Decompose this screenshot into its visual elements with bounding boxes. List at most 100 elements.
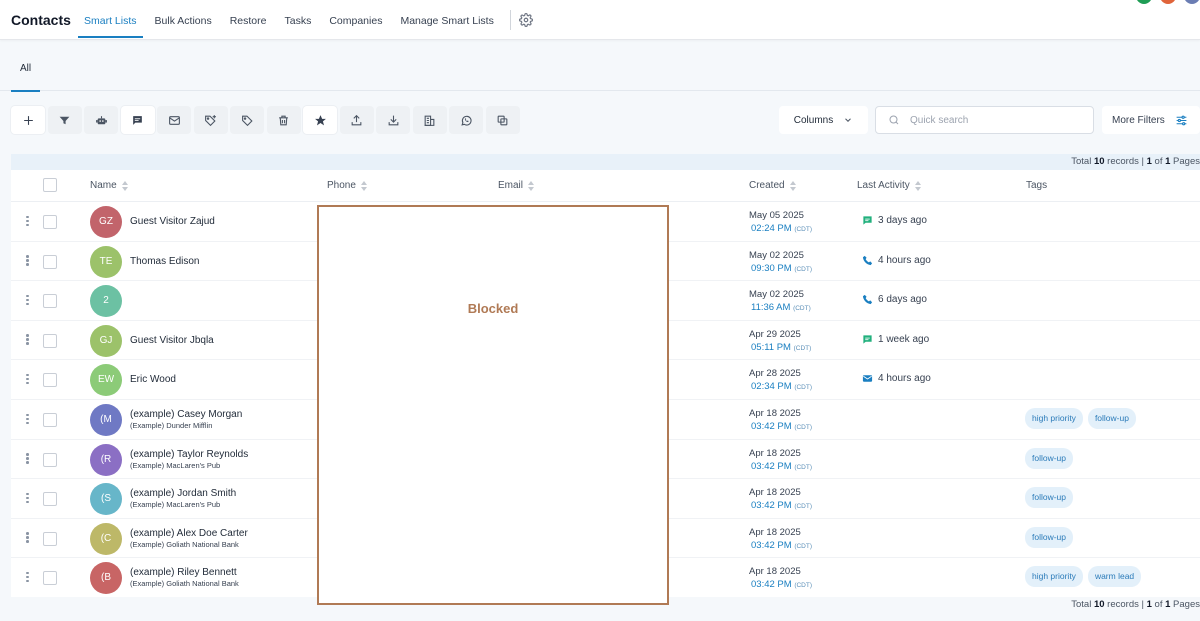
row-actions-menu-icon[interactable] [26,531,30,547]
export-button[interactable] [339,106,374,134]
row-checkbox[interactable] [43,571,57,586]
columns-label: Columns [793,114,834,126]
phone-icon [862,255,873,265]
tag-list: high priority warm lead [1025,566,1142,588]
merge-button[interactable] [485,106,520,134]
tag-pill[interactable]: high priority [1025,408,1083,429]
avatar[interactable]: EW [90,364,122,397]
contact-name[interactable]: (example) Taylor Reynolds [130,449,248,460]
row-actions-menu-icon[interactable] [26,491,30,507]
avatar[interactable]: (M [90,404,122,436]
star-icon [314,114,326,125]
pagination-text: Pages [1170,599,1200,610]
created-date: May 02 2025 [749,289,804,301]
send-sms-button[interactable] [120,106,155,134]
tab-tasks[interactable]: Tasks [278,0,317,40]
sort-icon [528,180,535,191]
phone-icon [862,295,873,305]
column-header-email[interactable]: Email [498,180,535,191]
contact-name[interactable]: Guest Visitor Zajud [130,216,215,227]
avatar[interactable]: 2 [90,285,122,318]
row-checkbox[interactable] [43,531,57,546]
delete-button[interactable] [266,106,301,134]
row-actions-menu-icon[interactable] [26,452,30,468]
row-actions-menu-icon[interactable] [26,412,30,428]
timezone: (CDT) [793,305,811,313]
tag-pill[interactable]: follow-up [1087,408,1136,429]
send-email-button[interactable] [157,106,191,134]
more-filters-label: More Filters [1112,114,1165,126]
row-actions-menu-icon[interactable] [26,570,30,586]
avatar[interactable] [1184,0,1200,4]
avatar[interactable]: GZ [90,206,122,238]
row-actions-menu-icon[interactable] [26,293,30,309]
tag-pill[interactable]: high priority [1025,566,1083,588]
tab-restore[interactable]: Restore [224,0,273,40]
tab-smart-lists[interactable]: Smart Lists [78,0,143,40]
row-checkbox[interactable] [43,333,57,348]
row-checkbox[interactable] [43,294,57,309]
add-contact-button[interactable] [11,106,45,134]
avatar[interactable] [1160,0,1176,4]
more-filters-button[interactable]: More Filters [1102,106,1200,134]
column-header-created[interactable]: Created [749,180,797,191]
row-checkbox[interactable] [43,492,57,507]
contact-name[interactable]: Guest Visitor Jbqla [130,335,214,346]
tag-pill[interactable]: follow-up [1025,526,1074,548]
avatar[interactable]: (R [90,443,122,476]
select-all-checkbox[interactable] [43,178,57,192]
duplicate-icon [497,115,508,125]
avatar[interactable]: (B [90,562,122,595]
avatar[interactable]: (C [90,522,122,555]
avatar[interactable]: TE [90,245,122,278]
blocked-label: Blocked [467,301,519,316]
robot-icon [95,115,107,124]
row-checkbox[interactable] [43,373,57,388]
timezone: (CDT) [794,265,813,273]
company-button[interactable] [412,106,447,134]
tab-manage-smart-lists[interactable]: Manage Smart Lists [394,0,499,40]
row-checkbox[interactable] [43,254,57,269]
contact-name[interactable]: (example) Jordan Smith [130,488,236,499]
contact-name[interactable]: (example) Casey Morgan [130,409,242,420]
column-header-phone[interactable]: Phone [327,180,368,191]
pagination-summary-top: Total 10 records | 1 of 1 Pages [11,154,1200,170]
avatar[interactable] [1136,0,1152,4]
trash-icon [279,115,288,125]
gear-icon[interactable] [518,13,533,27]
columns-dropdown[interactable]: Columns [779,106,868,134]
tab-bulk-actions[interactable]: Bulk Actions [149,0,218,40]
row-checkbox[interactable] [43,215,57,229]
add-tag-button[interactable] [193,106,228,134]
contact-name[interactable]: (example) Riley Bennett [130,567,237,578]
whatsapp-button[interactable] [449,106,483,134]
row-checkbox[interactable] [43,413,57,427]
import-button[interactable] [376,106,410,134]
filter-button[interactable] [47,106,82,134]
row-checkbox[interactable] [43,452,57,467]
row-actions-menu-icon[interactable] [26,254,30,270]
tag-pill[interactable]: follow-up [1025,487,1074,509]
search-input[interactable] [910,114,1070,126]
row-actions-menu-icon[interactable] [26,333,30,349]
row-actions-menu-icon[interactable] [26,372,30,388]
tag-pill[interactable]: warm lead [1087,566,1142,588]
automation-button[interactable] [84,106,118,134]
tag-pill[interactable]: follow-up [1025,447,1074,469]
contact-name[interactable]: (example) Alex Doe Carter [130,528,248,539]
tab-companies[interactable]: Companies [323,0,388,40]
avatar[interactable]: (S [90,483,122,516]
remove-tag-button[interactable] [230,106,264,134]
contact-name[interactable]: Thomas Edison [130,256,199,267]
column-header-last-activity[interactable]: Last Activity [857,180,922,191]
created-date: May 05 2025 [749,210,804,221]
review-button[interactable] [303,106,337,134]
last-activity: 4 hours ago [862,255,931,266]
avatar[interactable]: GJ [90,324,122,357]
contact-name[interactable]: Eric Wood [130,374,176,385]
main-tabs: Smart Lists Bulk Actions Restore Tasks C… [78,0,533,40]
column-header-name[interactable]: Name [90,180,129,191]
row-actions-menu-icon[interactable] [26,214,30,230]
subtab-all[interactable]: All [11,50,40,92]
created-date: Apr 18 2025 [749,447,801,459]
